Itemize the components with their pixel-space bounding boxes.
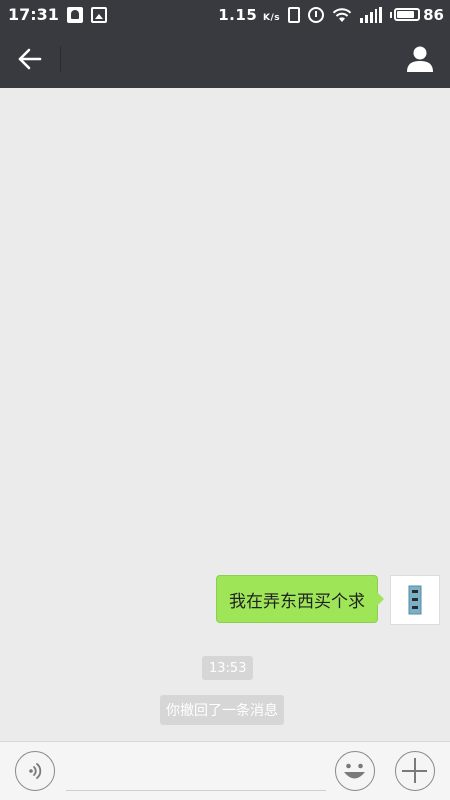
title-divider [60,46,61,72]
avatar[interactable] [390,575,440,625]
status-right: 1.15 K/s 86 [218,6,444,24]
message-timestamp: 13:53 [202,656,254,680]
network-speed-value: 1.15 [218,5,258,24]
notification-icon [66,6,83,23]
alarm-icon [308,6,325,23]
emoji-icon [344,763,365,779]
battery-level: 86 [423,5,444,24]
message-bubble-self[interactable]: 我在弄东西买个求 [216,575,384,623]
avatar-image-icon [408,585,422,615]
signal-icon [360,6,383,23]
chat-area[interactable]: 我在弄东西买个求 13:53 你撤回了一条消息 [0,88,450,741]
battery-icon [394,8,421,21]
plus-icon[interactable] [395,751,435,791]
person-icon[interactable] [404,43,436,75]
input-bar [0,741,450,800]
battery-indicator: 86 [390,6,444,24]
network-speed-unit: K/s [263,12,281,23]
chat-screen: 17:31 1.15 K/s 86 我在弄东西买个求 13:53 你撤回了一条消… [0,0,450,800]
image-notification-icon [90,6,107,23]
voice-icon [29,763,42,779]
vibrate-icon [288,6,301,23]
title-bar [0,29,450,88]
message-text: 我在弄东西买个求 [229,591,365,612]
back-arrow-icon[interactable] [14,43,46,75]
battery-fill [397,11,415,18]
battery-cap [390,11,393,18]
recall-notice: 你撤回了一条消息 [160,695,284,725]
network-speed: 1.15 K/s [218,6,280,24]
message-row-self: 我在弄东西买个求 [216,575,440,625]
status-left: 17:31 [8,5,107,24]
wifi-icon [332,7,352,22]
message-input[interactable] [66,756,326,791]
status-time: 17:31 [8,5,59,24]
emoji-button[interactable] [335,751,375,791]
voice-button[interactable] [15,751,55,791]
status-bar: 17:31 1.15 K/s 86 [0,0,450,29]
